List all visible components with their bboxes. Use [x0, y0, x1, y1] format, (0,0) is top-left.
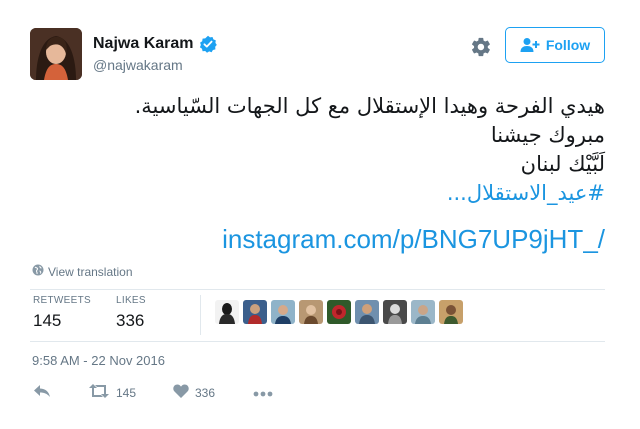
user-name[interactable]: Najwa Karam	[93, 35, 217, 53]
liker-avatar[interactable]	[215, 300, 239, 324]
likes-stat[interactable]: LIKES 336	[116, 295, 146, 331]
more-button[interactable]	[253, 386, 273, 400]
divider	[30, 289, 605, 290]
retweets-count[interactable]: 145	[33, 311, 91, 331]
liker-avatar[interactable]	[243, 300, 267, 324]
likers-avatars	[215, 300, 463, 324]
user-name-text[interactable]: Najwa Karam	[93, 35, 194, 53]
view-translation-link[interactable]: View translation	[32, 264, 133, 279]
tweet-card: Najwa Karam @najwakaram Follow هيدي الفر…	[0, 0, 640, 429]
liker-avatar[interactable]	[411, 300, 435, 324]
retweet-button[interactable]: 145	[88, 384, 173, 401]
instagram-link[interactable]: instagram.com/p/BNG7UP9jHT_/	[222, 224, 605, 255]
view-translation-label[interactable]: View translation	[48, 265, 133, 279]
follow-label: Follow	[545, 37, 591, 53]
liker-avatar[interactable]	[327, 300, 351, 324]
tweet-timestamp[interactable]: 9:58 AM - 22 Nov 2016	[32, 353, 165, 368]
liker-avatar[interactable]	[439, 300, 463, 324]
gear-icon[interactable]	[470, 36, 492, 58]
divider	[30, 341, 605, 342]
reply-button[interactable]	[33, 384, 88, 401]
tweet-actions: 145 336	[33, 384, 273, 401]
follow-button[interactable]: Follow	[505, 27, 605, 63]
retweet-count: 145	[116, 385, 137, 400]
tweet-line-2: مبروك جيشنا	[490, 123, 605, 147]
liker-avatar[interactable]	[355, 300, 379, 324]
retweets-label: RETWEETS	[33, 295, 91, 306]
heart-icon	[173, 384, 189, 401]
likes-label: LIKES	[116, 295, 146, 306]
hashtag-link[interactable]: #عيد_الاستقلال...	[45, 179, 605, 208]
likes-count[interactable]: 336	[116, 311, 146, 331]
add-user-icon	[520, 37, 540, 53]
retweet-icon	[88, 384, 110, 401]
stats-separator	[200, 295, 201, 335]
globe-icon	[32, 264, 44, 279]
tweet-text: هيدي الفرحة وهيدا الإستقلال مع كل الجهات…	[45, 92, 605, 208]
avatar[interactable]	[30, 28, 82, 80]
liker-avatar[interactable]	[299, 300, 323, 324]
tweet-line-3: لَبَّيْك لبنان	[520, 152, 605, 176]
like-button[interactable]: 336	[173, 384, 253, 401]
liker-avatar[interactable]	[271, 300, 295, 324]
retweets-stat[interactable]: RETWEETS 145	[33, 295, 91, 331]
like-count: 336	[195, 385, 216, 400]
verified-badge-icon	[199, 35, 217, 53]
tweet-line-1: هيدي الفرحة وهيدا الإستقلال مع كل الجهات…	[134, 94, 605, 118]
more-icon	[253, 386, 273, 400]
reply-icon	[33, 384, 51, 401]
user-handle[interactable]: @najwakaram	[93, 57, 183, 73]
liker-avatar[interactable]	[383, 300, 407, 324]
